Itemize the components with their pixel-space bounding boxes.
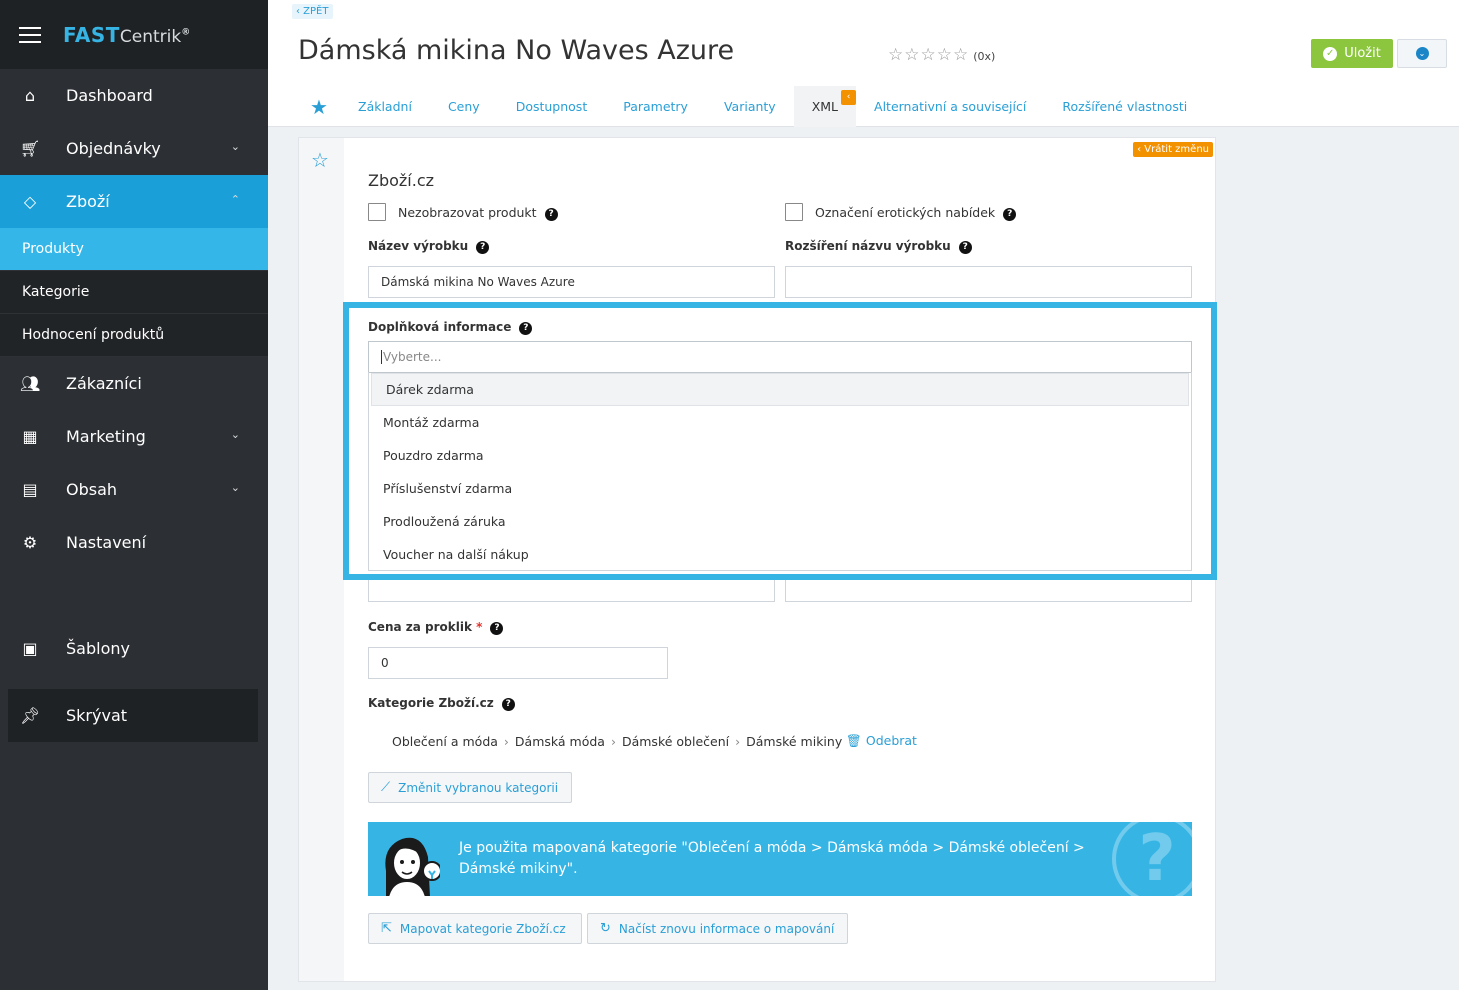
extra-info-options-list: Dárek zdarma Montáž zdarma Pouzdro zdarm… xyxy=(368,372,1192,571)
sidebar-header: FASTCentrik® xyxy=(0,0,268,69)
product-name-ext-input[interactable] xyxy=(785,266,1192,298)
dropdown-option-extended-warranty[interactable]: Prodloužená záruka xyxy=(369,505,1191,538)
chevron-down-icon: ⌄ xyxy=(230,481,240,494)
chevron-down-icon: ⌄ xyxy=(230,428,240,441)
pin-icon: 📌︎ xyxy=(20,706,41,725)
help-icon[interactable]: ? xyxy=(490,622,504,635)
erotic-offer-label: Označení erotických nabídek? xyxy=(815,205,1017,221)
star-outline-icon[interactable]: ☆ xyxy=(311,148,329,172)
home-icon: ⌂ xyxy=(24,86,36,105)
tab-variants[interactable]: Varianty xyxy=(706,86,794,127)
tab-extended[interactable]: Rozšířené vlastnosti xyxy=(1044,86,1205,127)
revert-change-button[interactable]: ‹ Vrátit změnu xyxy=(1133,142,1213,157)
sidebar-item-templates[interactable]: ▣ Šablony xyxy=(0,622,268,675)
text-caret xyxy=(381,350,382,364)
hamburger-menu-icon[interactable] xyxy=(19,26,41,43)
star-rating-icon[interactable]: ☆☆☆☆☆ xyxy=(888,45,969,65)
trash-icon: 🗑︎ xyxy=(846,733,862,748)
question-mark-icon: ? xyxy=(1112,822,1192,896)
dropdown-option-free-case[interactable]: Pouzdro zdarma xyxy=(369,439,1191,472)
users-icon: 👥︎ xyxy=(20,374,41,393)
change-category-button[interactable]: ⟋ Změnit vybranou kategorii xyxy=(368,772,572,803)
info-text: Je použita mapovaná kategorie "Oblečení … xyxy=(459,840,1085,877)
logo: FASTCentrik® xyxy=(63,22,191,47)
assistant-girl-icon xyxy=(385,837,440,896)
page-title: Dámská mikina No Waves Azure xyxy=(298,35,735,66)
tag-icon: ◇ xyxy=(23,192,37,211)
save-options-button[interactable]: ⌄ xyxy=(1397,39,1447,68)
help-icon[interactable]: ? xyxy=(544,208,558,221)
save-button[interactable]: ✓ Uložit xyxy=(1311,39,1393,68)
tab-basic[interactable]: Základní xyxy=(340,86,430,127)
sidebar-subitem-product-reviews[interactable]: Hodnocení produktů xyxy=(0,314,268,357)
help-icon[interactable]: ? xyxy=(476,241,490,254)
cpc-label: Cena za proklik *? xyxy=(368,620,504,635)
image-icon: ▣ xyxy=(22,639,38,658)
sidebar-item-hide[interactable]: 📌︎ Skrývat xyxy=(8,689,258,742)
category-label: Kategorie Zboží.cz? xyxy=(368,696,515,711)
external-link-icon: ⇱ xyxy=(381,921,392,936)
tab-availability[interactable]: Dostupnost xyxy=(498,86,606,127)
sidebar-item-settings[interactable]: ⚙ Nastavení xyxy=(0,516,268,569)
sidebar-item-dashboard[interactable]: ⌂ Dashboard xyxy=(0,69,268,122)
favorite-tab-star-icon[interactable]: ★ xyxy=(310,86,340,127)
erotic-offer-checkbox[interactable] xyxy=(785,203,803,221)
tab-xml[interactable]: XML ‹ xyxy=(793,86,857,127)
help-icon[interactable]: ? xyxy=(519,322,533,335)
product-name-ext-label: Rozšíření názvu výrobku? xyxy=(785,239,972,254)
presentation-icon: ▦ xyxy=(22,427,38,446)
product-name-input[interactable]: Dámská mikina No Waves Azure xyxy=(368,266,775,298)
product-name-label: Název výrobku? xyxy=(368,239,490,254)
chevron-down-icon: ⌄ xyxy=(230,140,240,153)
hide-product-label: Nezobrazovat produkt? xyxy=(398,205,558,221)
tab-related[interactable]: Alternativní a související xyxy=(856,86,1044,127)
back-link[interactable]: ‹ ZPĚT xyxy=(292,4,333,19)
tab-parameters[interactable]: Parametry xyxy=(605,86,706,127)
extra-info-label: Doplňková informace? xyxy=(368,320,533,335)
tab-bar: ★ Základní Ceny Dostupnost Parametry Var… xyxy=(310,86,1205,127)
hide-product-checkbox[interactable] xyxy=(368,203,386,221)
sidebar-subitem-categories[interactable]: Kategorie xyxy=(0,271,268,314)
help-icon[interactable]: ? xyxy=(1003,208,1017,221)
extra-info-select-input[interactable]: Vyberte... xyxy=(368,341,1192,373)
rating[interactable]: ☆☆☆☆☆ (0x) xyxy=(888,45,995,65)
dropdown-option-free-installation[interactable]: Montáž zdarma xyxy=(369,406,1191,439)
sidebar-subitem-products[interactable]: Produkty xyxy=(0,228,268,271)
dropdown-option-free-accessories[interactable]: Příslušenství zdarma xyxy=(369,472,1191,505)
map-categories-button[interactable]: ⇱ Mapovat kategorie Zboží.cz xyxy=(368,913,582,944)
sidebar-item-content[interactable]: ▤ Obsah ⌄ xyxy=(0,463,268,516)
cpc-input[interactable]: 0 xyxy=(368,647,668,679)
xml-badge: ‹ xyxy=(841,90,857,105)
gear-icon: ⚙ xyxy=(22,533,38,552)
sidebar-item-customers[interactable]: 👥︎ Zákazníci xyxy=(0,357,268,410)
reload-mapping-button[interactable]: ↻ Načíst znovu informace o mapování xyxy=(587,913,848,944)
sidebar-item-orders[interactable]: 🛒︎ Objednávky ⌄ xyxy=(0,122,268,175)
wand-icon: ⟋ xyxy=(381,780,391,795)
panel-gutter: ☆ xyxy=(299,138,344,981)
help-icon[interactable]: ? xyxy=(958,241,972,254)
chevron-down-icon: ⌄ xyxy=(1415,47,1429,60)
dropdown-option-free-gift[interactable]: Dárek zdarma xyxy=(371,373,1189,406)
refresh-icon: ↻ xyxy=(600,921,611,936)
dropdown-option-voucher[interactable]: Voucher na další nákup xyxy=(369,538,1191,571)
page-header: ‹ ZPĚT Dámská mikina No Waves Azure ☆☆☆☆… xyxy=(268,0,1459,127)
category-breadcrumb: Oblečení a móda › Dámská móda › Dámské obleč… xyxy=(392,734,843,749)
check-icon: ✓ xyxy=(1323,46,1338,61)
info-banner: Je použita mapovaná kategorie "Oblečení … xyxy=(368,822,1192,896)
cart-icon: 🛒︎ xyxy=(20,139,41,158)
remove-category-link[interactable]: 🗑︎ Odebrat xyxy=(846,733,917,749)
sidebar-item-goods[interactable]: ◇ Zboží ⌃ xyxy=(0,175,268,228)
tab-prices[interactable]: Ceny xyxy=(430,86,498,127)
document-icon: ▤ xyxy=(22,480,38,499)
rating-count: (0x) xyxy=(973,50,996,63)
sidebar-item-marketing[interactable]: ▦ Marketing ⌄ xyxy=(0,410,268,463)
extra-info-highlight-box: Doplňková informace? Vyberte... Dárek zd… xyxy=(343,302,1217,580)
section-title: Zboží.cz xyxy=(368,171,435,190)
help-icon[interactable]: ? xyxy=(501,698,515,711)
chevron-up-icon: ⌃ xyxy=(230,193,240,206)
sidebar: FASTCentrik® ⌂ Dashboard 🛒︎ Objednávky ⌄ ◇ Z… xyxy=(0,0,268,990)
